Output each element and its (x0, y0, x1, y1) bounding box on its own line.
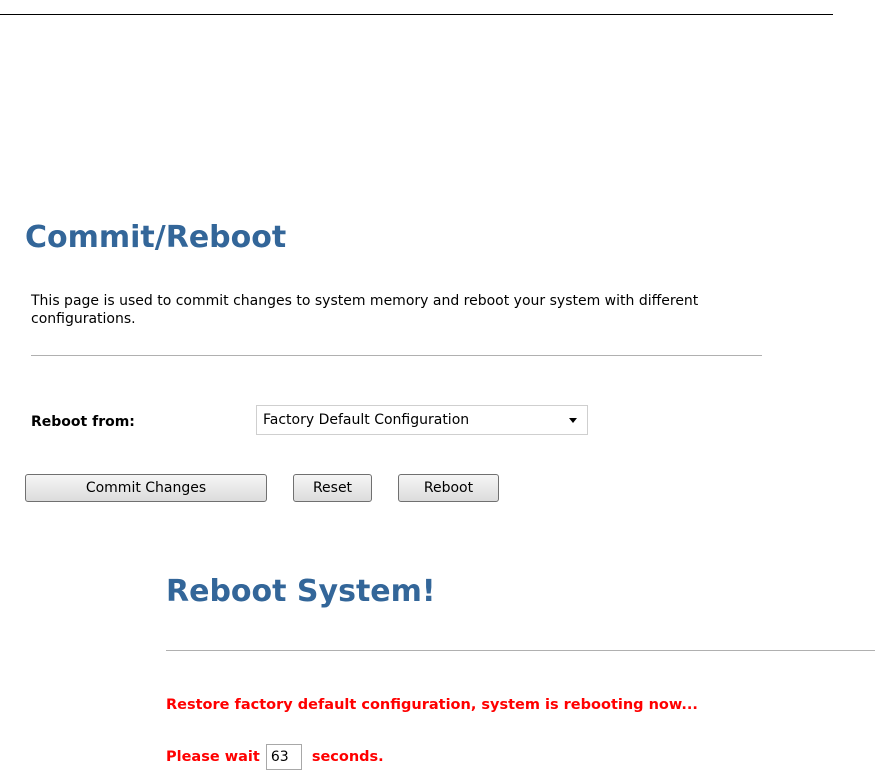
top-divider (0, 14, 833, 15)
wait-prefix-label: Please wait (166, 749, 260, 765)
page-title: Commit/Reboot (25, 220, 287, 255)
countdown-seconds-field[interactable] (265, 744, 302, 770)
page-description: This page is used to commit changes to s… (31, 293, 699, 327)
countdown-row: Please wait seconds. (166, 743, 384, 771)
section-divider (31, 355, 762, 356)
wait-suffix-label: seconds. (311, 749, 384, 765)
reboot-from-select[interactable]: Factory Default Configuration (256, 405, 588, 435)
commit-changes-button[interactable]: Commit Changes (25, 474, 267, 502)
reset-button[interactable]: Reset (293, 474, 372, 502)
reboot-status-message: Restore factory default configuration, s… (166, 697, 698, 713)
reboot-divider (166, 650, 875, 651)
reboot-from-selected-value: Factory Default Configuration (263, 412, 470, 428)
reboot-system-title: Reboot System! (166, 574, 436, 609)
chevron-down-icon (569, 418, 577, 423)
reboot-from-label: Reboot from: (31, 414, 135, 430)
reboot-button[interactable]: Reboot (398, 474, 499, 502)
